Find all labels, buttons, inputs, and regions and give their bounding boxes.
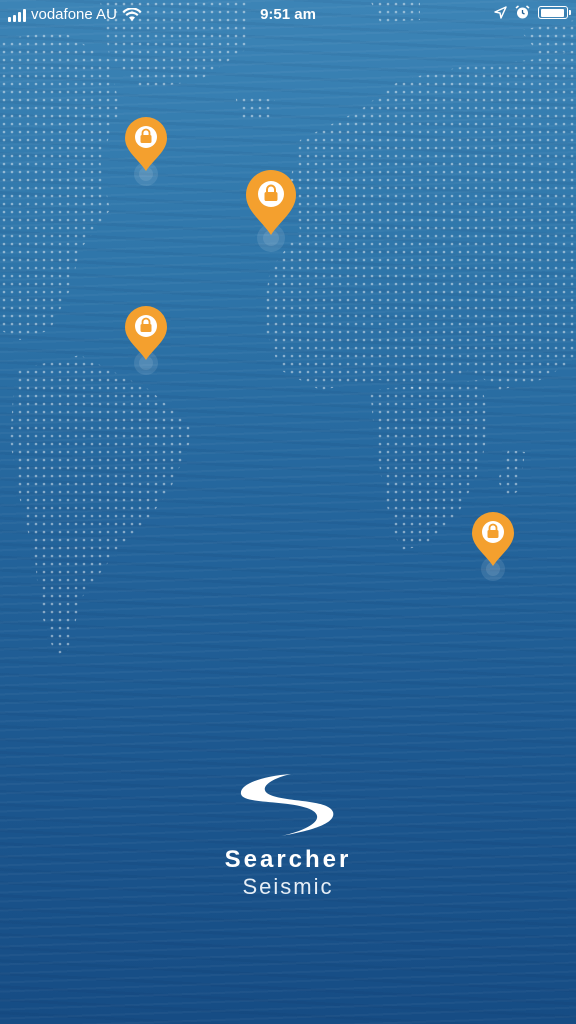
app-logo: Searcher Seismic: [0, 770, 576, 900]
brand-name: Searcher: [224, 846, 352, 873]
searcher-swoosh-icon: [240, 774, 334, 836]
alarm-clock-icon: [515, 5, 530, 19]
status-right: [494, 5, 571, 20]
map-pin[interactable]: [244, 170, 298, 256]
map-pin[interactable]: [123, 306, 169, 378]
lock-icon: [246, 170, 296, 252]
battery-icon: [538, 6, 571, 19]
map-pin[interactable]: [123, 117, 169, 189]
lock-icon: [125, 306, 167, 375]
lock-icon: [125, 117, 167, 186]
status-bar: vodafone AU 9:51 am: [0, 0, 576, 30]
brand-subtitle: Seismic: [242, 874, 334, 899]
lock-icon: [472, 512, 514, 581]
location-arrow-icon: [494, 6, 507, 19]
map-pin[interactable]: [470, 512, 516, 584]
status-time: 9:51 am: [260, 6, 316, 23]
splash-screen: vodafone AU 9:51 am Searcher Seismic: [0, 0, 576, 1024]
